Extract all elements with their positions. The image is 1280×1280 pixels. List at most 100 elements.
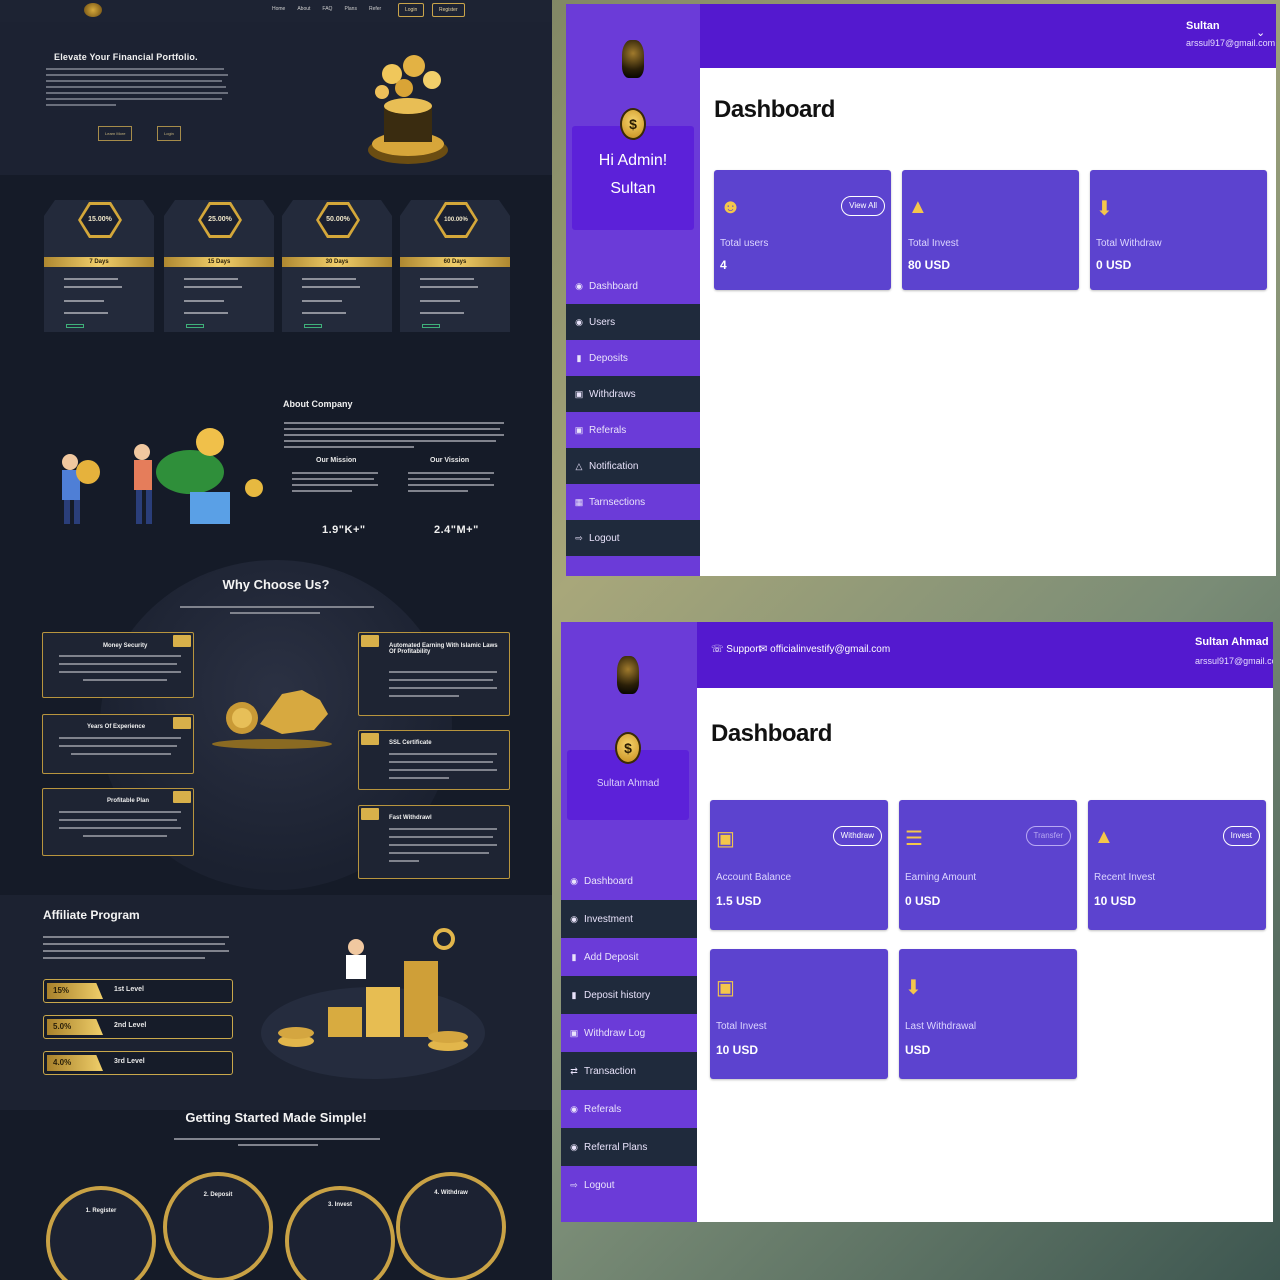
step-title: 2. Deposit bbox=[203, 1192, 233, 1198]
getting-started-title: Getting Started Made Simple! bbox=[185, 1110, 367, 1125]
coins-icon: ☰ bbox=[905, 828, 923, 850]
nav-register-button[interactable]: Register bbox=[432, 3, 465, 17]
sidebar-item-label: Notification bbox=[589, 460, 639, 472]
sidebar-item-label: Withdraw Log bbox=[584, 1027, 646, 1039]
brand-logo bbox=[617, 656, 639, 694]
sidebar-item-dashboard[interactable]: ◉ Dashboard bbox=[566, 268, 700, 304]
plan-card[interactable]: 50.00% 30 Days bbox=[282, 200, 392, 332]
sidebar-item-add-deposit[interactable]: ▮ Add Deposit bbox=[561, 938, 697, 976]
nav-login-button[interactable]: Login bbox=[398, 3, 425, 17]
stat-card-last-withdrawal: ⬇ Last Withdrawal USD bbox=[899, 949, 1077, 1079]
logout-icon: ⇨ bbox=[570, 1179, 578, 1190]
feature-title: SSL Certificate bbox=[389, 740, 432, 746]
user-sidebar: Sultan Ahmad $ ◉ Dashboard ◉ Investment ▮ A… bbox=[561, 622, 697, 1222]
sidebar-item-withdraw-log[interactable]: ▣ Withdraw Log bbox=[561, 1014, 697, 1052]
stat-card-earning-amount: ☰ Transfer Earning Amount 0 USD bbox=[899, 800, 1077, 930]
feature-title: Automated Earning With Islamic Laws Of P… bbox=[389, 643, 498, 655]
headset-icon: ☏ bbox=[711, 644, 724, 655]
hero-login-button[interactable]: Login bbox=[157, 126, 181, 141]
area-chart-icon: ▲ bbox=[908, 196, 928, 218]
sidebar-item-withdraws[interactable]: ▣ Withdraws bbox=[566, 376, 700, 412]
level-percentage: 5.0% bbox=[47, 1019, 103, 1035]
sidebar-item-label: Users bbox=[589, 316, 616, 328]
sidebar-item-investment[interactable]: ◉ Investment bbox=[561, 900, 697, 938]
plan-card[interactable]: 100.00% 60 Days bbox=[400, 200, 510, 332]
sidebar-item-logout[interactable]: ⇨ Logout bbox=[566, 520, 700, 556]
sidebar-item-transaction[interactable]: ⇄ Transaction bbox=[561, 1052, 697, 1090]
stat-card-total-invest: ▲ Total Invest 80 USD bbox=[902, 170, 1079, 290]
shield-icon bbox=[173, 635, 191, 647]
step-deposit: 2. Deposit bbox=[163, 1172, 273, 1280]
sidebar-item-users[interactable]: ◉ Users bbox=[566, 304, 700, 340]
transfer-button[interactable]: Transfer bbox=[1025, 826, 1071, 846]
chevron-down-icon[interactable]: ⌄ bbox=[1256, 26, 1265, 39]
sidebar-item-label: Logout bbox=[584, 1179, 615, 1191]
feature-title: Money Security bbox=[103, 643, 148, 649]
affiliate-title: Affiliate Program bbox=[43, 908, 140, 922]
hero-title: Elevate Your Financial Portfolio. bbox=[54, 52, 198, 62]
sidebar-item-transactions[interactable]: ▦ Tarnsections bbox=[566, 484, 700, 520]
plan-card[interactable]: 15.00% 7 Days bbox=[44, 200, 154, 332]
bull-coin-illustration bbox=[212, 690, 332, 749]
nav-refer[interactable]: Refer bbox=[369, 6, 381, 12]
stat-card-total-withdraw: ⬇ Total Withdraw 0 USD bbox=[1090, 170, 1267, 290]
users-icon: ◉ bbox=[575, 316, 583, 327]
dollar-coin-icon: $ bbox=[615, 732, 641, 764]
support-link[interactable]: ☏ Support bbox=[711, 644, 761, 655]
user-name[interactable]: Sultan Ahmad bbox=[1195, 636, 1269, 648]
sidebar-item-deposits[interactable]: ▮ Deposits bbox=[566, 340, 700, 376]
why-title: Why Choose Us? bbox=[222, 577, 330, 592]
envelope-icon: ✉ bbox=[759, 644, 768, 655]
nav-about[interactable]: About bbox=[297, 6, 310, 12]
sidebar-item-label: Investment bbox=[584, 913, 633, 925]
sidebar-item-logout[interactable]: ⇨ Logout bbox=[561, 1166, 697, 1204]
affiliate-section: Affiliate Program 15% 1st Level 5.0% 2nd… bbox=[0, 895, 552, 1110]
sidebar-item-deposit-history[interactable]: ▮ Deposit history bbox=[561, 976, 697, 1014]
view-all-button[interactable]: View All bbox=[841, 196, 885, 216]
logout-icon: ⇨ bbox=[575, 532, 583, 543]
hero-learn-more-button[interactable]: Learn More bbox=[98, 126, 133, 141]
sidebar-item-label: Dashboard bbox=[589, 280, 638, 292]
stat-card-recent-invest: ▲ Invest Recent Invest 10 USD bbox=[1088, 800, 1266, 930]
wallet-icon: ▣ bbox=[716, 977, 735, 999]
sidebar-item-referals[interactable]: ▣ Referals bbox=[566, 412, 700, 448]
page-title: Dashboard bbox=[711, 720, 832, 747]
withdraw-button[interactable]: Withdraw bbox=[832, 826, 882, 846]
sidebar-item-label: Withdraws bbox=[589, 388, 636, 400]
user-side-name: Sultan Ahmad bbox=[596, 778, 660, 789]
sidebar-item-referral-plans[interactable]: ◉ Referral Plans bbox=[561, 1128, 697, 1166]
card-label: Total users bbox=[720, 238, 769, 249]
plan-duration: 30 Days bbox=[282, 257, 392, 267]
page-title: Dashboard bbox=[714, 96, 835, 123]
plan-card[interactable]: 25.00% 15 Days bbox=[164, 200, 274, 332]
landing-logo bbox=[84, 3, 102, 17]
nav-faq[interactable]: FAQ bbox=[322, 6, 332, 12]
clock-icon bbox=[173, 717, 191, 729]
stat-total-investment: 2.4"M+" bbox=[434, 524, 479, 536]
hero-paragraph bbox=[46, 68, 231, 110]
sidebar-item-dashboard[interactable]: ◉ Dashboard bbox=[561, 862, 697, 900]
nav-plans[interactable]: Plans bbox=[344, 6, 357, 12]
user-dashboard-screenshot: ☏ Support ✉ officialinvestify@gmail.com … bbox=[561, 622, 1273, 1222]
sidebar-item-label: Referals bbox=[584, 1103, 622, 1115]
referral-plans-icon: ◉ bbox=[570, 1141, 578, 1152]
invest-button[interactable]: Invest bbox=[1222, 826, 1260, 846]
card-label: Last Withdrawal bbox=[905, 1021, 977, 1032]
admin-user-name[interactable]: Sultan bbox=[1186, 20, 1220, 32]
card-value: 0 USD bbox=[1096, 258, 1132, 272]
investment-icon: ◉ bbox=[570, 913, 578, 924]
email-link[interactable]: ✉ officialinvestify@gmail.com bbox=[759, 644, 890, 655]
sidebar-item-referals[interactable]: ◉ Referals bbox=[561, 1090, 697, 1128]
admin-dashboard-screenshot: Sultan arssul917@gmail.com ⌄ Hi Admin! S… bbox=[566, 4, 1276, 576]
feature-title: Years Of Experience bbox=[87, 724, 146, 730]
card-value: 1.5 USD bbox=[716, 894, 762, 908]
sidebar-item-label: Add Deposit bbox=[584, 951, 639, 963]
affiliate-level: 15% 1st Level bbox=[43, 979, 233, 1003]
feature-card: Profitable Plan bbox=[42, 788, 194, 856]
nav-home[interactable]: Home bbox=[272, 6, 285, 12]
plans-section: 15.00% 7 Days 25.00% 15 Days 50.00% 30 D… bbox=[0, 190, 552, 350]
card-label: Earning Amount bbox=[905, 872, 977, 883]
plan-duration: 7 Days bbox=[44, 257, 154, 267]
card-label: Total Withdraw bbox=[1096, 238, 1162, 249]
sidebar-item-notification[interactable]: △ Notification bbox=[566, 448, 700, 484]
